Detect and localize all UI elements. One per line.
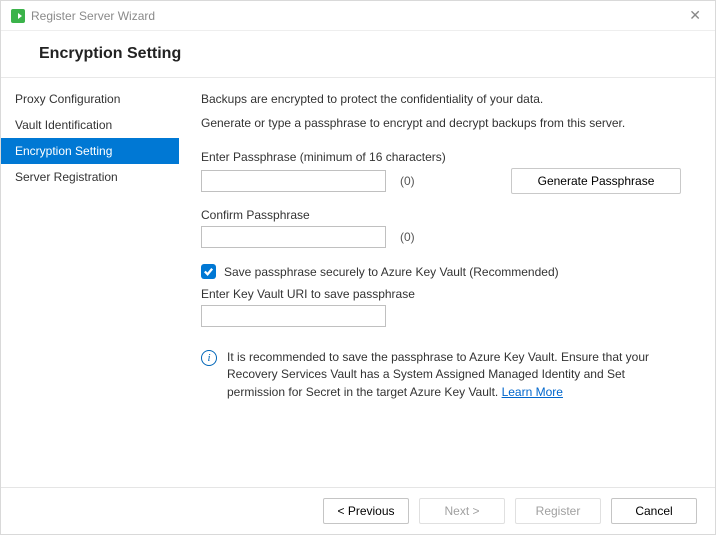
info-message: It is recommended to save the passphrase…	[227, 350, 649, 399]
previous-button[interactable]: < Previous	[323, 498, 409, 524]
info-banner: i It is recommended to save the passphra…	[201, 349, 681, 401]
app-icon	[11, 9, 25, 23]
content-panel: Backups are encrypted to protect the con…	[179, 78, 715, 487]
titlebar: Register Server Wizard ✕	[1, 1, 715, 31]
save-keyvault-checkbox[interactable]	[201, 264, 216, 279]
info-text: It is recommended to save the passphrase…	[227, 349, 681, 401]
footer: < Previous Next > Register Cancel	[1, 487, 715, 534]
generate-passphrase-button[interactable]: Generate Passphrase	[511, 168, 681, 194]
sidebar-item-proxy[interactable]: Proxy Configuration	[1, 86, 179, 112]
intro-text-1: Backups are encrypted to protect the con…	[201, 92, 681, 106]
learn-more-link[interactable]: Learn More	[502, 385, 563, 399]
next-button[interactable]: Next >	[419, 498, 505, 524]
info-icon: i	[201, 350, 217, 366]
save-keyvault-label: Save passphrase securely to Azure Key Va…	[224, 265, 559, 279]
sidebar-item-registration[interactable]: Server Registration	[1, 164, 179, 190]
confirm-passphrase-count: (0)	[400, 230, 415, 244]
keyvault-uri-label: Enter Key Vault URI to save passphrase	[201, 287, 681, 301]
register-button[interactable]: Register	[515, 498, 601, 524]
close-icon[interactable]: ✕	[685, 7, 705, 24]
keyvault-uri-input[interactable]	[201, 305, 386, 327]
sidebar-item-encryption[interactable]: Encryption Setting	[1, 138, 179, 164]
enter-passphrase-label: Enter Passphrase (minimum of 16 characte…	[201, 150, 681, 164]
sidebar: Proxy Configuration Vault Identification…	[1, 78, 179, 487]
intro-text-2: Generate or type a passphrase to encrypt…	[201, 116, 681, 130]
confirm-passphrase-label: Confirm Passphrase	[201, 208, 681, 222]
sidebar-item-vault[interactable]: Vault Identification	[1, 112, 179, 138]
cancel-button[interactable]: Cancel	[611, 498, 697, 524]
header-band: Encryption Setting	[1, 31, 715, 77]
wizard-window: Register Server Wizard ✕ Encryption Sett…	[0, 0, 716, 535]
confirm-passphrase-input[interactable]	[201, 226, 386, 248]
enter-passphrase-count: (0)	[400, 174, 415, 188]
page-title: Encryption Setting	[39, 45, 715, 63]
enter-passphrase-input[interactable]	[201, 170, 386, 192]
window-title: Register Server Wizard	[31, 9, 155, 23]
